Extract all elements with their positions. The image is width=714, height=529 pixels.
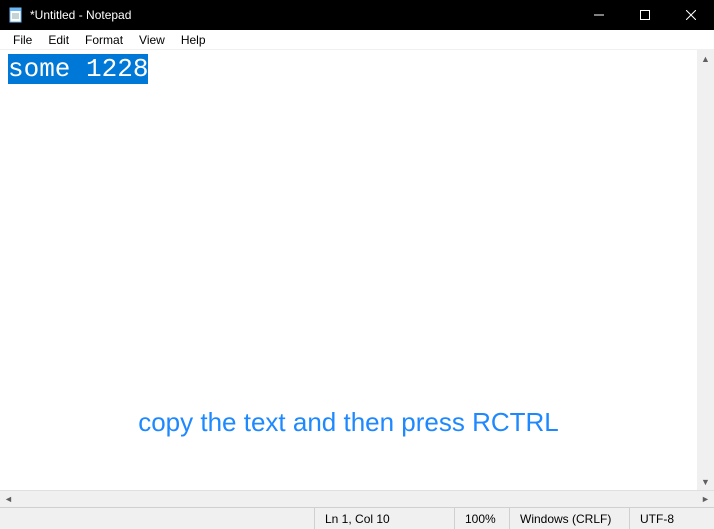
minimize-button[interactable] <box>576 0 622 30</box>
menu-format[interactable]: Format <box>77 31 131 49</box>
scroll-right-arrow-icon[interactable]: ► <box>697 491 714 508</box>
notepad-icon <box>8 7 24 23</box>
instruction-overlay: copy the text and then press RCTRL <box>0 406 697 440</box>
window-title: *Untitled - Notepad <box>30 8 576 22</box>
maximize-button[interactable] <box>622 0 668 30</box>
status-bar: Ln 1, Col 10 100% Windows (CRLF) UTF-8 <box>0 507 714 529</box>
menu-help[interactable]: Help <box>173 31 214 49</box>
status-line-ending: Windows (CRLF) <box>509 508 629 529</box>
vertical-scrollbar[interactable]: ▲ ▼ <box>697 50 714 490</box>
status-spacer <box>0 508 314 529</box>
status-position: Ln 1, Col 10 <box>314 508 454 529</box>
scroll-up-arrow-icon[interactable]: ▲ <box>697 50 714 67</box>
menu-file[interactable]: File <box>5 31 40 49</box>
selected-text[interactable]: some 1228 <box>8 54 148 84</box>
window-titlebar[interactable]: *Untitled - Notepad <box>0 0 714 30</box>
status-encoding: UTF-8 <box>629 508 714 529</box>
scroll-left-arrow-icon[interactable]: ◄ <box>0 491 17 508</box>
close-button[interactable] <box>668 0 714 30</box>
status-zoom: 100% <box>454 508 509 529</box>
horizontal-scrollbar[interactable]: ◄ ► <box>0 490 714 507</box>
menu-view[interactable]: View <box>131 31 173 49</box>
menu-bar: File Edit Format View Help <box>0 30 714 50</box>
scroll-down-arrow-icon[interactable]: ▼ <box>697 473 714 490</box>
editor-content[interactable]: some 1228 <box>8 55 148 84</box>
menu-edit[interactable]: Edit <box>40 31 77 49</box>
text-editor-area[interactable]: some 1228 ▲ ▼ copy the text and then pre… <box>0 50 714 490</box>
